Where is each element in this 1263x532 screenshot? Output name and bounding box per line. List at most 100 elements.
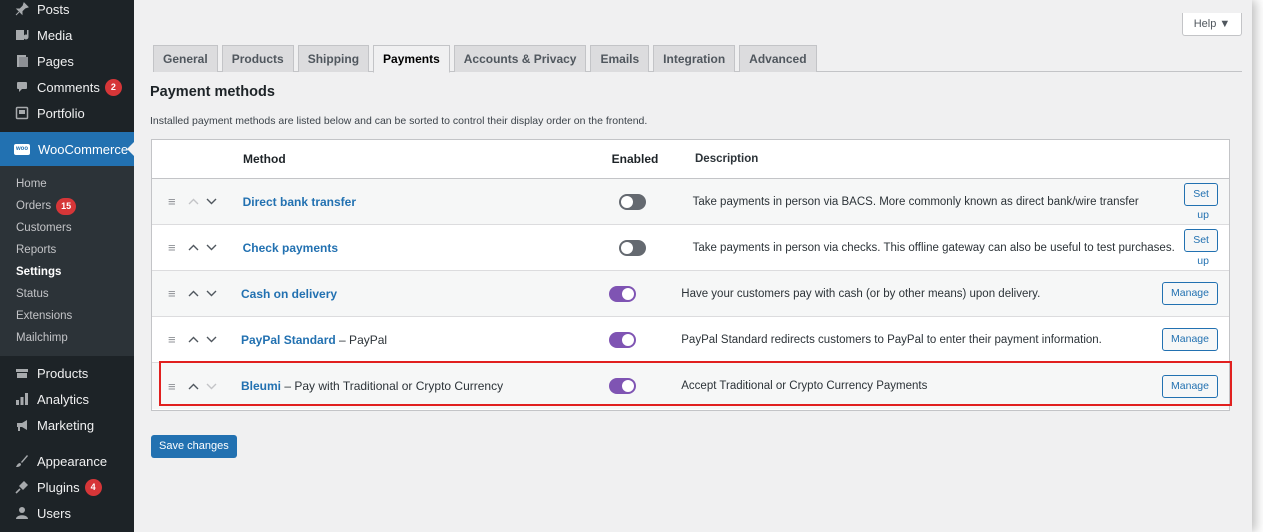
woo-icon: woo (14, 143, 30, 155)
method-provider: – Pay with Traditional or Crypto Currenc… (281, 379, 504, 393)
move-up-icon[interactable] (184, 290, 202, 297)
drag-handle-icon[interactable]: ≡ (168, 240, 184, 255)
sidebar-item-appearance[interactable]: Appearance (0, 448, 134, 474)
sidebar-item-label: Pages (37, 53, 74, 69)
users-icon (14, 505, 30, 521)
drag-handle-icon[interactable]: ≡ (168, 379, 184, 394)
drag-handle-icon[interactable]: ≡ (168, 194, 184, 209)
tab-integration[interactable]: Integration (653, 45, 736, 72)
tab-general[interactable]: General (153, 45, 218, 72)
method-link[interactable]: Bleumi (241, 379, 281, 393)
action-cell: Manage (1162, 282, 1229, 305)
column-header-enabled: Enabled (611, 152, 659, 166)
set-up-button[interactable]: Set up (1184, 228, 1218, 267)
payment-methods-table: Method Enabled Description ≡ Direct bank… (151, 139, 1230, 411)
method-link[interactable]: Cash on delivery (241, 287, 337, 301)
page-title: Payment methods (150, 84, 275, 100)
move-up-icon[interactable] (184, 198, 202, 205)
submenu-item-extensions[interactable]: Extensions (0, 305, 134, 327)
toggle-knob (621, 195, 634, 208)
manage-button[interactable]: Manage (1162, 282, 1218, 305)
method-link[interactable]: Direct bank transfer (243, 195, 356, 209)
sidebar-item-label: Comments (37, 79, 100, 95)
submenu-item-settings[interactable]: Settings (0, 261, 134, 283)
enabled-toggle[interactable] (619, 239, 647, 256)
orders-count-badge: 15 (56, 198, 77, 215)
marketing-icon (14, 417, 30, 433)
description-cell: Accept Traditional or Crypto Currency Pa… (681, 380, 928, 392)
method-provider: – PayPal (335, 332, 388, 347)
enabled-toggle[interactable] (609, 331, 636, 348)
move-down-icon[interactable] (202, 244, 220, 251)
tab-emails[interactable]: Emails (590, 45, 650, 72)
drag-handle-icon[interactable]: ≡ (168, 286, 184, 301)
submenu-item-orders[interactable]: Orders 15 (0, 195, 134, 217)
manage-button[interactable]: Manage (1162, 328, 1218, 351)
enabled-cell (587, 193, 679, 210)
method-cell: Bleumi – Pay with Traditional or Crypto … (241, 379, 578, 393)
set-up-button[interactable]: Set up (1184, 182, 1218, 221)
table-row: ≡ PayPal Standard – PayPal PayPal Standa… (152, 317, 1229, 363)
help-button[interactable]: Help ▼ (1182, 13, 1242, 36)
description-cell: Take payments in person via checks. This… (692, 241, 1175, 254)
pin-icon (14, 1, 30, 17)
enabled-toggle[interactable] (609, 378, 636, 394)
column-header-method: Method (243, 152, 286, 166)
submenu-item-reports[interactable]: Reports (0, 239, 134, 261)
enabled-cell (578, 331, 668, 348)
action-cell: Manage (1162, 374, 1229, 398)
sidebar-item-label: Appearance (37, 453, 108, 469)
appearance-icon (14, 453, 30, 469)
drag-handle-icon[interactable]: ≡ (168, 332, 184, 347)
pages-icon (14, 53, 30, 69)
sidebar-item-portfolio[interactable]: Portfolio (0, 100, 134, 126)
method-cell: PayPal Standard – PayPal (241, 333, 578, 347)
media-icon (14, 27, 30, 43)
tab-products[interactable]: Products (221, 45, 294, 72)
sidebar-item-woocommerce[interactable]: woo WooCommerce (0, 132, 134, 166)
save-changes-button[interactable]: Save changes (151, 435, 237, 458)
sidebar-item-analytics[interactable]: Analytics (0, 386, 134, 412)
tab-accounts-privacy[interactable]: Accounts & Privacy (453, 45, 587, 72)
sidebar-item-label: Portfolio (37, 105, 85, 121)
sidebar-item-comments[interactable]: Comments 2 (0, 74, 134, 100)
move-up-icon[interactable] (184, 383, 202, 390)
move-up-icon[interactable] (184, 336, 202, 343)
method-cell: Direct bank transfer (243, 195, 587, 209)
sidebar-item-media[interactable]: Media (0, 22, 134, 48)
move-up-icon[interactable] (184, 244, 202, 251)
enabled-toggle[interactable] (609, 285, 636, 302)
sort-controls: ≡ (152, 194, 243, 209)
sidebar-item-plugins[interactable]: Plugins 4 (0, 474, 134, 500)
enabled-toggle[interactable] (619, 193, 647, 210)
tab-payments[interactable]: Payments (373, 45, 450, 73)
sidebar-item-products[interactable]: Products (0, 360, 134, 386)
move-down-icon[interactable] (202, 383, 220, 390)
action-cell: Manage (1162, 328, 1229, 351)
sidebar-item-posts[interactable]: Posts (0, 0, 134, 22)
sort-controls: ≡ (152, 286, 241, 301)
move-down-icon[interactable] (202, 198, 220, 205)
enabled-cell (578, 285, 668, 302)
sidebar-item-label: Posts (37, 1, 70, 17)
description-cell: Take payments in person via BACS. More c… (692, 195, 1139, 208)
settings-tabs: General Products Shipping Payments Accou… (153, 45, 1242, 73)
submenu-item-status[interactable]: Status (0, 283, 134, 305)
sidebar-item-pages[interactable]: Pages (0, 48, 134, 74)
sidebar-item-label: Users (37, 505, 71, 521)
submenu-item-home[interactable]: Home (0, 173, 134, 195)
sidebar-item-label: WooCommerce (38, 141, 129, 157)
toggle-knob (622, 380, 634, 392)
manage-button[interactable]: Manage (1162, 374, 1218, 398)
move-down-icon[interactable] (202, 290, 220, 297)
method-link[interactable]: Check payments (243, 241, 338, 255)
tab-shipping[interactable]: Shipping (297, 45, 370, 72)
sidebar-item-marketing[interactable]: Marketing (0, 412, 134, 438)
submenu-item-customers[interactable]: Customers (0, 217, 134, 239)
sidebar-item-users[interactable]: Users (0, 500, 134, 526)
sort-controls: ≡ (152, 379, 241, 394)
method-link[interactable]: PayPal Standard (241, 333, 336, 347)
submenu-item-mailchimp[interactable]: Mailchimp (0, 327, 134, 349)
move-down-icon[interactable] (202, 336, 220, 343)
tab-advanced[interactable]: Advanced (739, 45, 817, 72)
